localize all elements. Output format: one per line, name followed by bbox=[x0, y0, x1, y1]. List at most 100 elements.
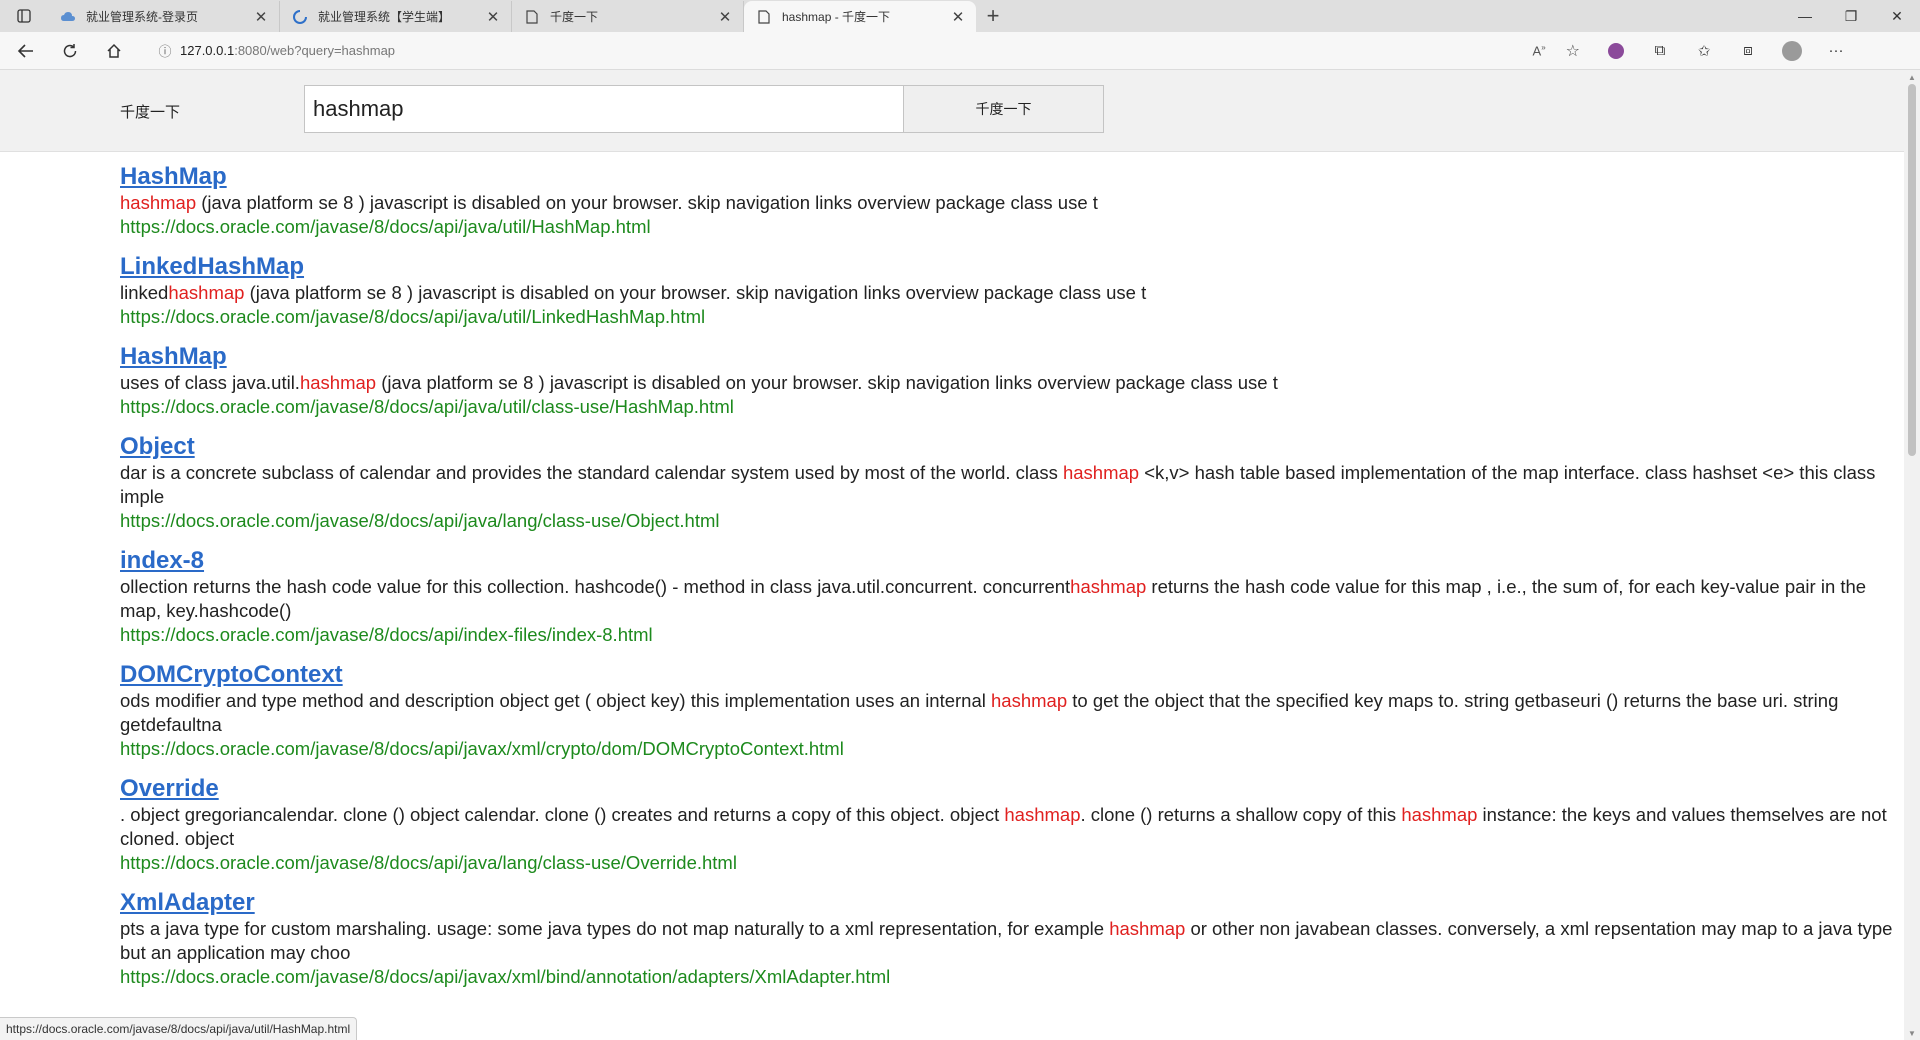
status-bar-url: https://docs.oracle.com/javase/8/docs/ap… bbox=[0, 1017, 358, 1040]
minimize-icon: — bbox=[1798, 8, 1812, 24]
tab-title: 千度一下 bbox=[550, 10, 599, 24]
url-host: 127.0.0.1 bbox=[180, 43, 235, 58]
page-content: 千度一下 千度一下 HashMaphashmap (java platform … bbox=[0, 70, 1904, 1040]
close-icon[interactable]: ✕ bbox=[950, 8, 966, 26]
toolbar-extensions: ⧉ ✩ ⧈ ··· bbox=[1594, 36, 1858, 66]
result-title-link[interactable]: Object bbox=[120, 432, 195, 461]
snippet-text: pts a java type for custom marshaling. u… bbox=[120, 918, 1110, 939]
snippet-text: dar is a concrete subclass of calendar a… bbox=[120, 462, 1063, 483]
result-url: https://docs.oracle.com/javase/8/docs/ap… bbox=[120, 966, 891, 987]
result-url: https://docs.oracle.com/javase/8/docs/ap… bbox=[120, 306, 706, 327]
snippet-text: ollection returns the hash code value fo… bbox=[120, 576, 1071, 597]
more-icon: ··· bbox=[1828, 42, 1844, 59]
favorites-button[interactable]: ✩ bbox=[1682, 36, 1726, 66]
refresh-icon bbox=[63, 43, 77, 57]
result-title-link[interactable]: Override bbox=[120, 774, 219, 803]
avatar-icon bbox=[1782, 40, 1802, 61]
minimize-button[interactable]: — bbox=[1782, 0, 1828, 32]
highlight-term: hashmap bbox=[168, 282, 245, 303]
cloud-icon bbox=[60, 9, 76, 25]
tab-student[interactable]: 就业管理系统【学生端】 ✕ bbox=[280, 1, 512, 32]
extension-button[interactable] bbox=[1594, 36, 1638, 66]
scroll-down-icon[interactable]: ▼ bbox=[1904, 1026, 1920, 1040]
puzzle-icon: ⧉ bbox=[1654, 42, 1666, 59]
snippet-text: . clone () returns a shallow copy of thi… bbox=[1080, 804, 1402, 825]
site-logo[interactable]: 千度一下 bbox=[120, 101, 180, 122]
close-icon[interactable]: ✕ bbox=[717, 8, 733, 26]
tab-login[interactable]: 就业管理系统-登录页 ✕ bbox=[48, 1, 280, 32]
snippet-text: linked bbox=[120, 282, 169, 303]
close-icon: ✕ bbox=[1891, 7, 1903, 24]
result-item: HashMap uses of class java.util.hashmap (… bbox=[120, 342, 1900, 419]
back-button[interactable] bbox=[8, 36, 44, 66]
result-snippet: ods modifier and type method and descrip… bbox=[120, 689, 1900, 737]
highlight-term: hashmap bbox=[299, 372, 377, 393]
scroll-thumb[interactable] bbox=[1908, 84, 1916, 456]
close-icon[interactable]: ✕ bbox=[485, 8, 501, 26]
result-url: https://docs.oracle.com/javase/8/docs/ap… bbox=[120, 396, 734, 417]
snippet-text: (java platform se 8 ) javascript is disa… bbox=[244, 282, 1147, 303]
results-list: HashMap hashmap (java platform se 8 ) jav… bbox=[120, 162, 1900, 1002]
extensions-button[interactable]: ⧉ bbox=[1638, 36, 1682, 66]
result-title-link[interactable]: LinkedHashMap bbox=[120, 252, 304, 281]
close-icon[interactable]: ✕ bbox=[253, 8, 269, 26]
tab-title: 就业管理系统【学生端】 bbox=[318, 10, 451, 24]
tab-actions-button[interactable] bbox=[0, 0, 48, 32]
profile-dot-icon bbox=[1608, 42, 1624, 59]
highlight-term: hashmap bbox=[1109, 918, 1186, 939]
scrollbar[interactable]: ▲ ▼ bbox=[1904, 70, 1920, 1040]
result-item: index-8 ollection returns the hash code v… bbox=[120, 546, 1900, 647]
highlight-term: hashmap bbox=[1062, 462, 1140, 483]
result-item: Object dar is a concrete subclass of cale… bbox=[120, 432, 1900, 533]
restore-button[interactable]: ❐ bbox=[1828, 0, 1874, 32]
result-url: https://docs.oracle.com/javase/8/docs/ap… bbox=[120, 216, 651, 237]
tab-search-home[interactable]: 千度一下 ✕ bbox=[512, 1, 744, 32]
refresh-button[interactable] bbox=[52, 36, 88, 66]
highlight-term: hashmap bbox=[1070, 576, 1147, 597]
tab-hashmap-results[interactable]: hashmap - 千度一下 ✕ bbox=[744, 1, 976, 32]
scroll-up-icon[interactable]: ▲ bbox=[1904, 70, 1920, 84]
address-bar[interactable]: ⓘ 127.0.0.1:8080/web?query=hashmap A» ☆ bbox=[150, 36, 1590, 66]
tab-actions-icon bbox=[17, 9, 31, 23]
result-snippet: linkedhashmap (java platform se 8 ) java… bbox=[120, 281, 1900, 305]
highlight-term: hashmap bbox=[120, 192, 197, 213]
plus-icon: + bbox=[986, 3, 1000, 28]
info-icon[interactable]: ⓘ bbox=[150, 41, 180, 60]
result-title-link[interactable]: HashMap bbox=[120, 342, 227, 371]
collections-button[interactable]: ⧈ bbox=[1726, 36, 1770, 66]
result-snippet: dar is a concrete subclass of calendar a… bbox=[120, 461, 1900, 509]
profile-button[interactable] bbox=[1770, 36, 1814, 66]
new-tab-button[interactable]: + bbox=[976, 0, 1010, 32]
result-item: XmlAdapter pts a java type for custom mar… bbox=[120, 888, 1900, 989]
snippet-text: ods modifier and type method and descrip… bbox=[120, 690, 992, 711]
result-url: https://docs.oracle.com/javase/8/docs/ap… bbox=[120, 852, 737, 873]
snippet-text: uses of class java.util. bbox=[120, 372, 300, 393]
result-title-link[interactable]: index-8 bbox=[120, 546, 204, 575]
tab-strip: 就业管理系统-登录页 ✕ 就业管理系统【学生端】 ✕ 千度一下 ✕ hashma… bbox=[0, 0, 1920, 32]
settings-menu-button[interactable]: ··· bbox=[1814, 36, 1858, 66]
restore-icon: ❐ bbox=[1844, 7, 1858, 24]
result-title-link[interactable]: XmlAdapter bbox=[120, 888, 255, 917]
result-item: HashMap hashmap (java platform se 8 ) jav… bbox=[120, 162, 1900, 239]
close-window-button[interactable]: ✕ bbox=[1874, 0, 1920, 32]
result-item: Override. object gregoriancalendar. clon… bbox=[120, 774, 1900, 875]
arrow-left-icon bbox=[17, 43, 33, 58]
result-snippet: uses of class java.util.hashmap (java pl… bbox=[120, 371, 1900, 395]
home-button[interactable] bbox=[96, 36, 132, 66]
result-title-link[interactable]: HashMap bbox=[120, 162, 227, 191]
add-favorite-icon[interactable]: ☆ bbox=[1566, 41, 1580, 61]
result-item: DOMCryptoContext ods modifier and type me… bbox=[120, 660, 1900, 761]
collections-icon: ⧈ bbox=[1743, 42, 1753, 59]
result-title-link[interactable]: DOMCryptoContext bbox=[120, 660, 343, 689]
result-snippet: hashmap (java platform se 8 ) javascript… bbox=[120, 191, 1900, 215]
tab-title: 就业管理系统-登录页 bbox=[86, 10, 198, 24]
search-input[interactable] bbox=[304, 85, 904, 133]
snippet-text: (java platform se 8 ) javascript is disa… bbox=[196, 192, 1098, 213]
site-header: 千度一下 千度一下 bbox=[0, 70, 1904, 152]
snippet-text: . object gregoriancalendar. clone () obj… bbox=[120, 804, 1005, 825]
search-button[interactable]: 千度一下 bbox=[904, 85, 1104, 133]
read-aloud-icon[interactable]: A» bbox=[1533, 43, 1546, 58]
url-path: :8080/web?query=hashmap bbox=[234, 43, 396, 58]
snippet-text: (java platform se 8 ) javascript is disa… bbox=[376, 372, 1278, 393]
result-url: https://docs.oracle.com/javase/8/docs/ap… bbox=[120, 738, 844, 759]
